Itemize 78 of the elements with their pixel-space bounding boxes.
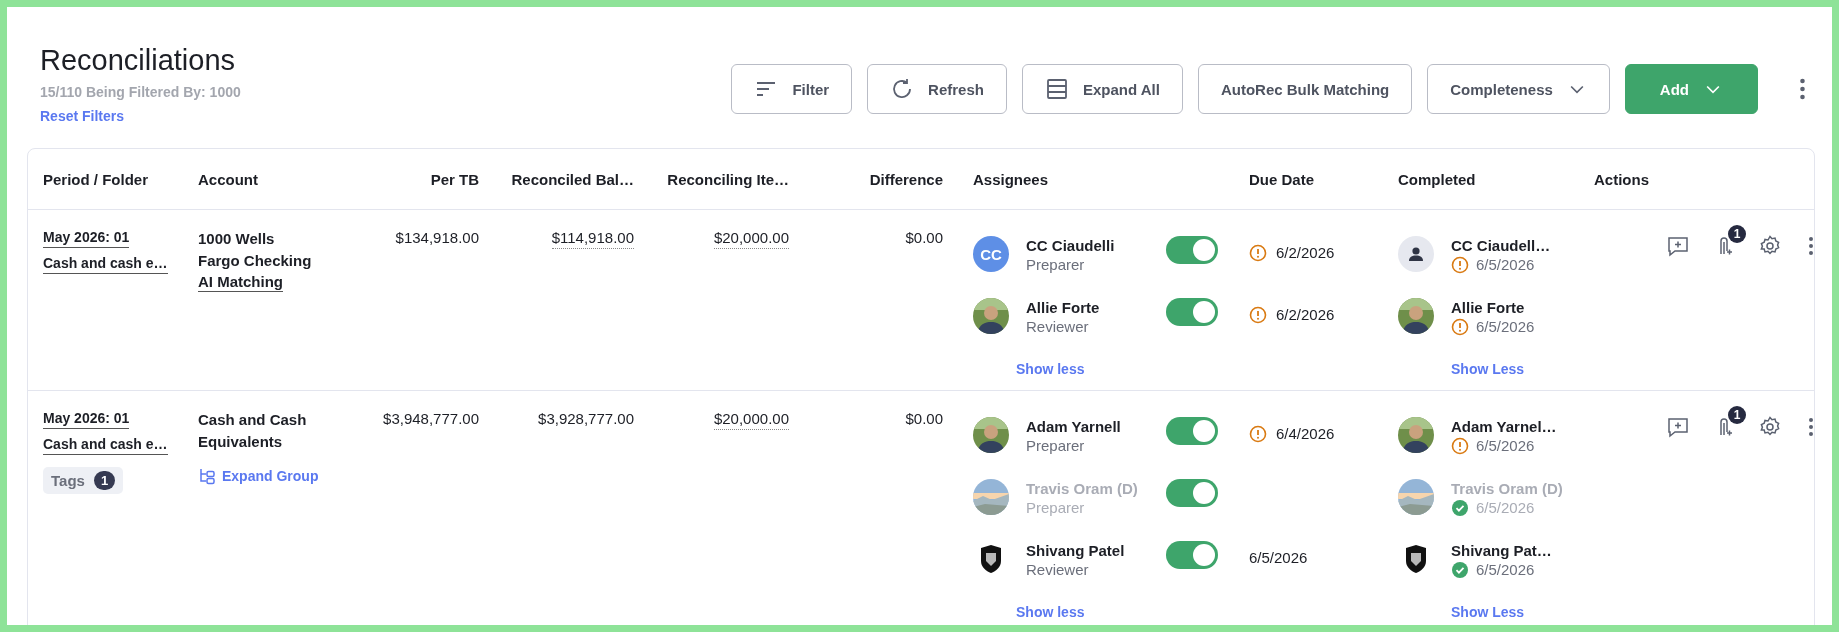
tags-chip[interactable]: Tags 1	[43, 467, 124, 494]
matching-link[interactable]: AI Matching	[198, 272, 283, 292]
toggle-switch[interactable]	[1166, 541, 1218, 569]
column-header: Assignees	[972, 170, 1050, 188]
assignee-role: Preparer	[1026, 255, 1086, 275]
assignee-name: CC Ciaudelli	[1026, 236, 1116, 255]
account-name: Cash and Cash Equivalents	[198, 410, 308, 452]
avatar: CC	[973, 236, 1009, 272]
assignee-name: Allie Forte	[1026, 298, 1101, 317]
add-comment-icon[interactable]	[1666, 234, 1690, 258]
completed-by-name: Allie Forte	[1451, 298, 1526, 317]
expand-group-link[interactable]: Expand Group	[198, 467, 319, 485]
show-less-link[interactable]: Show Less	[1451, 361, 1525, 377]
column-header: Difference	[868, 170, 943, 188]
amount-text: $0.00	[905, 409, 943, 429]
toggle-switch[interactable]	[1166, 236, 1218, 264]
folder-link[interactable]: Cash and cash e…	[43, 254, 168, 274]
amount-text: $0.00	[905, 228, 943, 248]
filter-summary: 15/110 Being Filtered By: 1000	[40, 84, 241, 100]
period-link[interactable]: May 2026: 01	[43, 409, 130, 429]
show-less-link[interactable]: Show less	[1016, 604, 1085, 620]
completed-by-name: Adam Yarnel…	[1451, 417, 1558, 436]
completed-by-name: CC Ciaudell…	[1451, 236, 1552, 255]
more-options-icon[interactable]	[1808, 236, 1814, 256]
column-header: Per TB	[429, 170, 479, 188]
toolbar-button[interactable]: Refresh	[867, 64, 1007, 114]
toolbar-button[interactable]: Filter	[731, 64, 853, 114]
due-date: 6/2/2026	[1276, 306, 1335, 324]
column-header: Due Date	[1249, 170, 1316, 188]
period-link[interactable]: May 2026: 01	[43, 228, 130, 248]
assignee-role: Preparer	[1026, 436, 1086, 456]
due-date: 6/2/2026	[1276, 244, 1335, 262]
user-icon	[1398, 236, 1434, 272]
amount-link[interactable]: $20,000.00	[713, 409, 789, 430]
dropdown-button[interactable]: Completeness	[1427, 64, 1610, 114]
rows-icon	[1044, 77, 1069, 101]
add-comment-icon[interactable]	[1666, 415, 1690, 439]
assignee-role: Reviewer	[1026, 560, 1090, 580]
due-date: 6/4/2026	[1276, 425, 1335, 443]
amount-text: $3,928,777.00	[538, 409, 634, 429]
assignee-name: Shivang Patel	[1026, 541, 1126, 560]
amount-link[interactable]: $114,918.00	[551, 228, 634, 249]
column-header: Reconciling Ite…	[666, 170, 789, 188]
show-less-link[interactable]: Show less	[1016, 361, 1085, 377]
completed-date: 6/5/2026	[1476, 317, 1535, 337]
column-header: Period / Folder	[43, 170, 149, 188]
more-options-icon[interactable]	[1799, 78, 1806, 100]
completed-date: 6/5/2026	[1476, 436, 1535, 456]
assignee-role: Reviewer	[1026, 317, 1090, 337]
toggle-switch[interactable]	[1166, 417, 1218, 445]
assignee-name: Travis Oram (D)	[1026, 479, 1139, 498]
account-name: 1000 Wells Fargo Checking	[198, 229, 313, 271]
page-title: Reconciliations	[40, 43, 236, 78]
folder-link[interactable]: Cash and cash e…	[43, 435, 168, 455]
completed-by-name: Shivang Pat…	[1451, 541, 1553, 560]
assignee-name: Adam Yarnell	[1026, 417, 1122, 436]
column-header: Completed	[1398, 170, 1477, 188]
toolbar-button[interactable]: Expand All	[1021, 64, 1183, 114]
show-less-link[interactable]: Show Less	[1451, 604, 1525, 620]
due-date: 6/5/2026	[1249, 549, 1308, 567]
column-header: Account	[198, 170, 259, 188]
more-options-icon[interactable]	[1808, 417, 1814, 437]
completed-by-name: Travis Oram (D)	[1451, 479, 1564, 498]
completed-date: 6/5/2026	[1476, 560, 1535, 580]
amount-text: $3,948,777.00	[383, 409, 479, 429]
count-badge: 1	[1728, 406, 1746, 424]
count-badge: 1	[1728, 225, 1746, 243]
completed-date: 6/5/2026	[1476, 498, 1535, 518]
completed-date: 6/5/2026	[1476, 255, 1535, 275]
amount-text: $134,918.00	[395, 228, 479, 248]
column-header: Actions	[1594, 170, 1650, 188]
amount-link[interactable]: $20,000.00	[713, 228, 789, 249]
assignee-role: Preparer	[1026, 498, 1086, 518]
reset-filters-link[interactable]: Reset Filters	[40, 108, 125, 124]
column-header: Reconciled Bal…	[510, 170, 634, 188]
toolbar-button[interactable]: AutoRec Bulk Matching	[1197, 64, 1413, 114]
toggle-switch[interactable]	[1166, 298, 1218, 326]
hierarchy-icon	[198, 467, 216, 485]
